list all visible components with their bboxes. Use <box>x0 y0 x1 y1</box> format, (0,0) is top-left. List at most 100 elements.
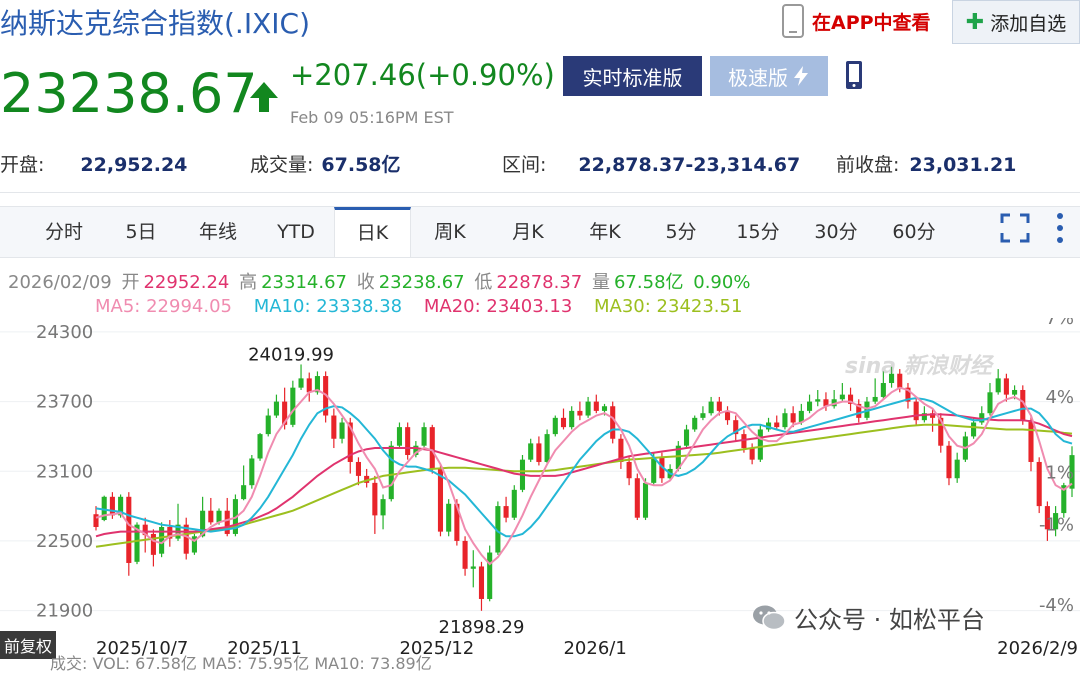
ma5-legend: MA5: 22994.05 <box>95 296 232 317</box>
stat-prev-close: 前收盘: 23,031.21 <box>836 150 1016 177</box>
realtime-standard-button[interactable]: 实时标准版 <box>563 56 702 96</box>
candle-body <box>601 406 608 411</box>
stat-range-label: 区间: <box>502 154 547 176</box>
ohlc-low: 22878.37 <box>496 272 583 293</box>
candle-body <box>651 457 657 483</box>
tab-ytd[interactable]: YTD <box>258 207 334 257</box>
candle-body <box>971 422 977 437</box>
right-tick-label: 4% <box>1045 387 1074 408</box>
tab-intraday[interactable]: 分时 <box>24 207 104 257</box>
more-options-icon[interactable] <box>1052 210 1068 246</box>
candle-body <box>429 427 435 469</box>
fullscreen-icon[interactable] <box>1000 213 1030 243</box>
candle-body <box>446 503 452 532</box>
candle-body <box>839 394 845 400</box>
open-in-app-label: 在APP中查看 <box>812 11 931 34</box>
candle-body <box>511 489 517 518</box>
candle-body <box>306 378 312 393</box>
candle-body <box>273 401 279 416</box>
tab-15min[interactable]: 15分 <box>719 207 797 257</box>
candle-body <box>150 533 156 555</box>
ohlc-date: 2026/02/09 <box>8 272 112 293</box>
candle-body <box>298 378 304 388</box>
divider <box>0 192 1080 193</box>
candle-body <box>1012 389 1018 395</box>
candle-body <box>249 458 255 486</box>
tab-weekly-k[interactable]: 周K <box>411 207 489 257</box>
candle-body <box>216 510 222 523</box>
candle-body <box>683 429 690 446</box>
candle-body <box>552 417 558 435</box>
open-in-app-link[interactable]: 在APP中查看 <box>782 4 931 38</box>
candle-body <box>380 499 386 516</box>
ohlc-close: 23238.67 <box>378 272 465 293</box>
candle-body <box>757 429 763 460</box>
candle-body <box>749 448 755 460</box>
candle-body <box>487 552 493 599</box>
candle-body <box>388 445 394 500</box>
candle-body <box>700 413 706 418</box>
tab-year-line[interactable]: 年线 <box>178 207 258 257</box>
ohlc-pct: 0.90% <box>693 272 751 293</box>
ohlc-vol: 67.58亿 <box>613 272 684 293</box>
candle-body <box>626 461 632 479</box>
wechat-icon <box>753 605 786 630</box>
wechat-watermark-label: 公众号 · 如松平台 <box>794 606 985 634</box>
tab-monthly-k[interactable]: 月K <box>489 207 567 257</box>
stats-row: 开盘: 22,952.24 成交量: 67.58亿 区间: 22,878.37-23,… <box>0 150 1080 180</box>
candle-body <box>880 383 886 397</box>
fast-version-label: 极速版 <box>728 65 788 90</box>
tab-5min[interactable]: 5分 <box>643 207 719 257</box>
candle-body <box>437 468 444 532</box>
candle-body <box>208 510 214 523</box>
candle-body <box>265 415 271 435</box>
tab-30min[interactable]: 30分 <box>797 207 875 257</box>
y-axis: 24300 23700 23100 22500 21900 <box>36 322 93 622</box>
candle-body <box>355 461 361 476</box>
fast-version-button[interactable]: 极速版 <box>710 56 828 96</box>
wechat-watermark: 公众号 · 如松平台 <box>752 600 985 635</box>
x-tick-label: 2026/2/9 <box>997 638 1078 659</box>
candle-body <box>954 459 960 479</box>
tab-60min[interactable]: 60分 <box>875 207 953 257</box>
ma-lines <box>95 386 1073 566</box>
ma30-legend: MA30: 23423.51 <box>594 296 743 317</box>
tab-5day[interactable]: 5日 <box>104 207 178 257</box>
candle-body <box>93 514 99 527</box>
ma-legend: MA5: 22994.05 MA10: 23338.38 MA20: 23403… <box>95 296 758 317</box>
stat-open-label: 开盘: <box>0 154 45 176</box>
candle-body <box>405 427 411 456</box>
y-tick-label: 24300 <box>36 322 93 343</box>
candle-body <box>536 443 542 462</box>
ohlc-high: 23314.67 <box>261 272 347 293</box>
ohlc-summary: 2026/02/09 开 22952.24 高 23314.67 收 23238.67… <box>8 268 754 294</box>
ma20-line <box>95 413 1073 538</box>
high-annotation: 24019.99 <box>248 344 334 365</box>
right-tick-label: 1% <box>1045 462 1074 483</box>
candle-body <box>807 401 813 411</box>
phone-icon <box>782 4 804 38</box>
candle-body <box>372 482 378 516</box>
adjustment-badge[interactable]: 前复权 <box>0 631 57 659</box>
candle-body <box>462 540 468 569</box>
add-to-watchlist-label: 添加自选 <box>990 12 1067 35</box>
candle-body <box>109 496 115 516</box>
candle-body <box>995 378 1001 393</box>
candle-body <box>1028 420 1034 462</box>
stat-range-value: 22,878.37-23,314.67 <box>578 154 801 176</box>
candle-body <box>241 485 247 500</box>
x-tick-label: 2026/1 <box>563 638 626 659</box>
tab-yearly-k[interactable]: 年K <box>567 207 643 257</box>
ma20-legend: MA20: 23403.13 <box>423 296 573 317</box>
y-tick-label: 22500 <box>36 531 93 552</box>
candle-body <box>987 392 993 414</box>
add-to-watchlist-button[interactable]: ✚ 添加自选 <box>952 0 1080 44</box>
candle-body <box>1036 461 1042 507</box>
candle-body <box>692 417 698 430</box>
mobile-icon[interactable] <box>845 60 863 90</box>
right-tick-label: -1% <box>1039 515 1074 536</box>
tab-daily-k[interactable]: 日K <box>334 207 411 257</box>
candle-body <box>577 410 583 416</box>
sina-watermark: sina 新浪财经 <box>845 354 992 379</box>
candle-body <box>872 396 878 402</box>
